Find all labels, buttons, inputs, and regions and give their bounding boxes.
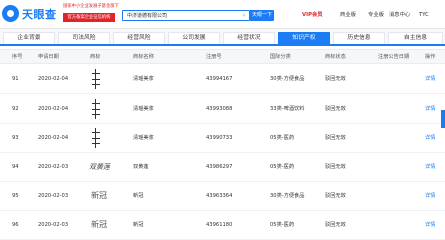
section-tabs: 企业背景 司法风险 经营风险 公司发展 经营状况 知识产权 历史信息 自主信息 [0,29,445,44]
trademark-image[interactable] [89,68,103,90]
detail-link[interactable]: 详情 [425,75,435,83]
detail-link[interactable]: 详情 [425,192,435,200]
detail-link[interactable]: 详情 [425,221,435,229]
row-status: 驳回无效 [325,164,346,170]
row-class: 30类-方便食品 [270,76,305,82]
promo-line2: 官方备案企业征信机构 [63,13,115,22]
row-name: 双黄莲 [133,164,149,170]
table-row: 92 2020-02-04 清瑶美浆 43993088 33类-啤酒饮料 驳回无… [0,94,445,124]
row-status: 驳回无效 [325,106,346,112]
row-reg: 43993088 [206,106,233,112]
header-mark: 商标 [90,54,101,60]
table-row: 94 2020-02-03 双黄莲 双黄莲 43986297 05类-医药 驳回… [0,153,445,182]
row-class: 05类-医药 [270,135,295,141]
nav-professional[interactable]: 专业版 [368,11,384,19]
tab-self-info[interactable]: 自主信息 [388,32,443,44]
row-class: 05类-医药 [270,222,295,228]
row-status: 驳回无效 [325,222,346,228]
row-class: 33类-啤酒饮料 [270,106,305,112]
clear-icon[interactable]: ✕ [242,12,246,20]
trademark-image[interactable]: 双黄莲 [89,162,110,172]
promo-badge[interactable]: 国家中小企业发展子基金旗下 官方备案企业征信机构 [63,4,119,23]
row-date: 2020-02-04 [38,76,69,82]
row-name: 清瑶美浆 [133,106,154,112]
tab-company-background[interactable]: 企业背景 [3,32,55,44]
table-row: 95 2020-02-03 新冠 新冠 43963364 30类-方便食品 驳回… [0,182,445,211]
row-name: 新冠 [133,222,144,228]
tab-company-development[interactable]: 公司发展 [168,32,220,44]
detail-link[interactable]: 详情 [425,134,435,142]
top-bar: 天眼查 国家中小企业发展子基金旗下 官方备案企业征信机构 中济道德有限公司 ✕ … [0,0,445,29]
search-button[interactable]: 天眼一下 [250,10,274,21]
header-reg: 注册号 [206,54,222,60]
row-name: 新冠 [133,193,144,199]
header-class: 国际分类 [270,54,291,60]
row-num: 94 [12,164,19,170]
row-status: 驳回无效 [325,135,346,141]
table-row: 93 2020-02-04 清瑶美浆 43990733 05类-医药 驳回无效 … [0,124,445,153]
side-float-tab[interactable] [441,110,445,128]
tab-judicial-risk[interactable]: 司法风险 [58,32,110,44]
header-name: 商标名称 [133,54,154,60]
logo-text: 天眼查 [22,8,57,21]
tabs-underline [0,44,445,46]
tab-operating-status[interactable]: 经营状况 [223,32,275,44]
header-action: 操作 [425,54,436,60]
row-reg: 43986297 [206,164,233,170]
row-num: 93 [12,135,19,141]
row-date: 2020-02-04 [38,135,69,141]
row-date: 2020-02-04 [38,106,69,112]
nav-messages[interactable]: 消息中心 [389,11,410,19]
row-name: 清瑶美浆 [133,135,154,141]
row-reg: 43963364 [206,193,233,199]
row-num: 96 [12,222,19,228]
table-header: 序号 申请日期 商标 商标名称 注册号 国际分类 商标状态 注册公告日期 操作 [0,49,445,64]
row-num: 95 [12,193,19,199]
header-pub-date: 注册公告日期 [378,54,410,60]
nav-vip[interactable]: VIP会员 [302,11,323,19]
nav-user[interactable]: TYC [419,11,429,19]
tab-intellectual-property[interactable]: 知识产权 [278,32,330,44]
row-status: 驳回无效 [325,76,346,82]
trademark-image[interactable] [89,98,103,120]
tab-history[interactable]: 历史信息 [333,32,385,44]
row-reg: 43994167 [206,76,233,82]
row-class: 30类-方便食品 [270,193,305,199]
table-row: 91 2020-02-04 清瑶美浆 43994167 30类-方便食品 驳回无… [0,64,445,94]
logo-eye-icon [2,5,19,22]
row-class: 05类-医药 [270,164,295,170]
row-num: 91 [12,76,19,82]
logo[interactable]: 天眼查 [2,5,58,23]
row-reg: 43961180 [206,222,233,228]
tab-operating-risk[interactable]: 经营风险 [113,32,165,44]
row-num: 92 [12,106,19,112]
table-row: 96 2020-02-03 新冠 新冠 43961180 05类-医药 驳回无效… [0,211,445,240]
search-value: 中济道德有限公司 [127,13,168,19]
row-status: 驳回无效 [325,193,346,199]
trademark-image[interactable] [89,127,103,149]
detail-link[interactable]: 详情 [425,105,435,113]
trademark-image[interactable]: 新冠 [91,220,107,230]
row-date: 2020-02-03 [38,193,69,199]
row-date: 2020-02-03 [38,222,69,228]
header-date: 申请日期 [38,54,59,60]
header-status: 商标状态 [325,54,346,60]
row-reg: 43990733 [206,135,233,141]
nav-business[interactable]: 商业版 [340,11,356,19]
header-num: 序号 [12,54,23,60]
trademark-image[interactable]: 新冠 [91,191,107,201]
row-name: 清瑶美浆 [133,76,154,82]
promo-line1: 国家中小企业发展子基金旗下 [63,4,119,9]
search-input[interactable]: 中济道德有限公司 ✕ [122,10,250,21]
row-date: 2020-02-03 [38,164,69,170]
detail-link[interactable]: 详情 [425,163,435,171]
